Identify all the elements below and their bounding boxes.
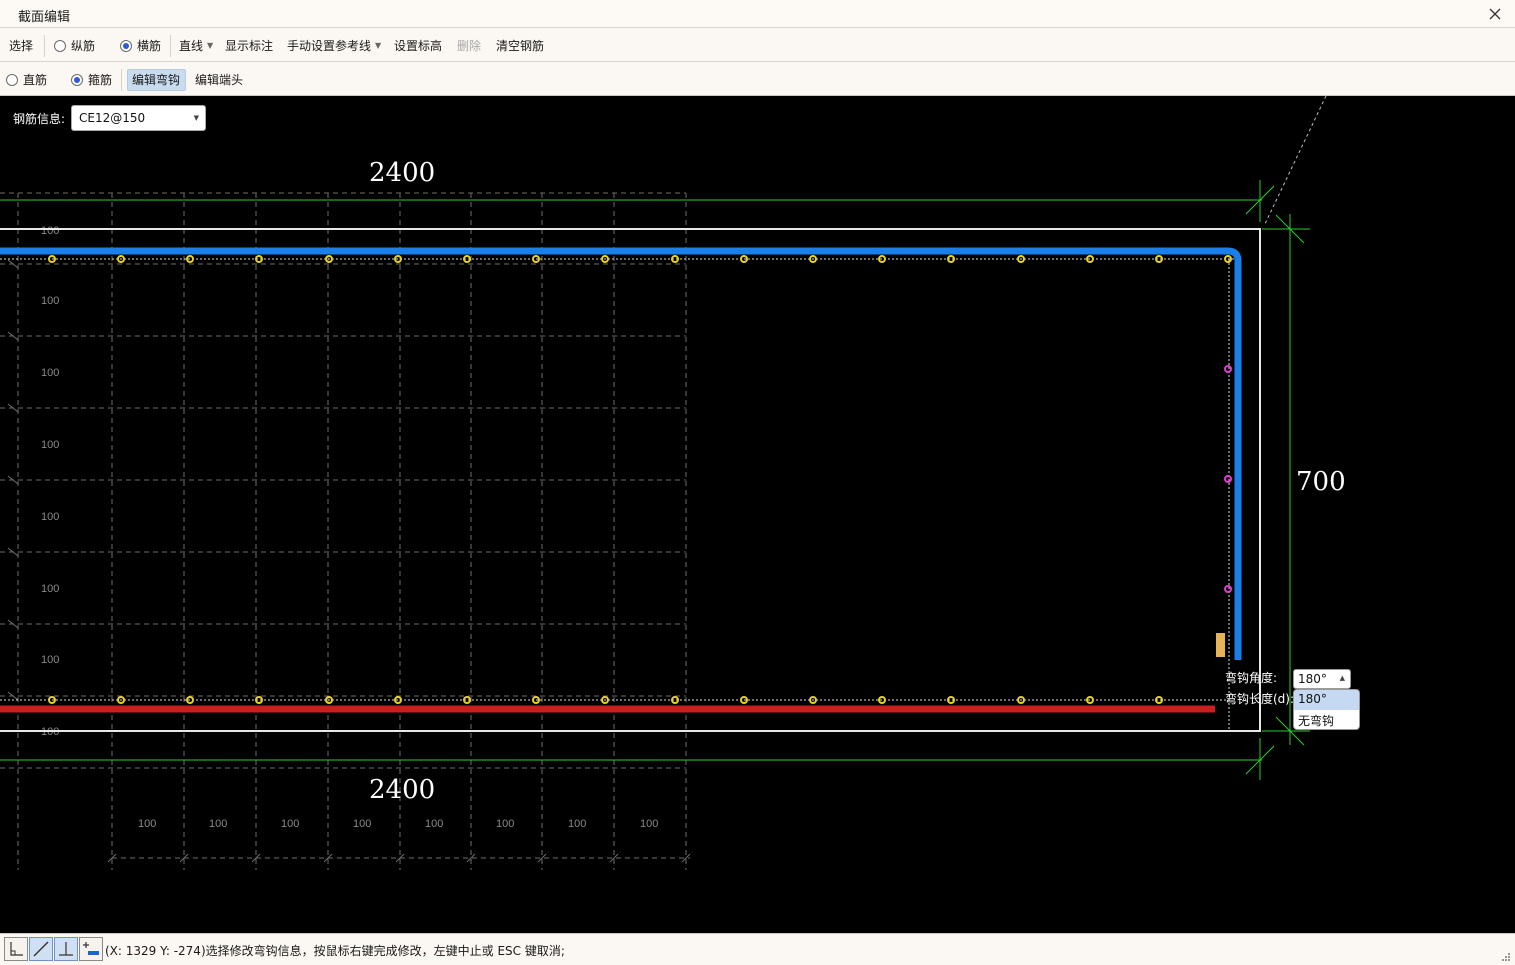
set-elevation-button[interactable]: 设置标高 [394,38,442,54]
col-spacing-label: 100 [640,818,658,830]
main-toolbar: 选择 纵筋 横筋 直线 ▼ 显示标注 手动设置参考线 ▼ 设置标高 删除 清空钢筋 [0,29,1515,62]
line-dropdown[interactable]: 直线 ▼ [179,38,213,54]
col-spacing-label: 100 [568,818,586,830]
radio-icon [54,40,66,52]
row-spacing-label: 100 [41,295,59,307]
radio-icon [6,74,18,86]
line-snap-icon[interactable] [29,937,53,961]
col-spacing-label: 100 [496,818,514,830]
stirrup-label: 箍筋 [88,73,113,87]
rebar-point-top [255,255,263,263]
toolbar-divider [121,69,122,91]
manual-ref-label: 手动设置参考线 [287,39,372,53]
select-button[interactable]: 选择 [9,38,33,54]
edit-hook-button[interactable]: 编辑弯钩 [132,72,180,88]
perpendicular-icon[interactable] [54,937,78,961]
hook-angle-value: 180° [1298,672,1327,686]
straight-radio[interactable]: 直筋 [6,72,47,88]
rebar-point-bottom [255,696,263,704]
rebar-point-bottom [1155,696,1163,704]
hook-option-180[interactable]: 180° [1294,690,1359,710]
drawing-canvas[interactable]: 100 100 100 100 100 100 100 100 100 100 100 100 100 1… [0,96,1515,933]
rebar-point-top [947,255,955,263]
rebar-point-bottom [947,696,955,704]
delete-button[interactable]: 删除 [457,38,481,54]
line-label: 直线 [179,39,204,53]
radio-checked-icon [71,74,83,86]
edit-end-button[interactable]: 编辑端头 [195,72,243,88]
manual-ref-dropdown[interactable]: 手动设置参考线 ▼ [287,38,381,54]
col-spacing-label: 100 [281,818,299,830]
hook-angle-select[interactable]: 180° ▲ [1293,669,1351,689]
toolbar-divider [170,35,171,57]
status-text: (X: 1329 Y: -274)选择修改弯钩信息，按鼠标右键完成修改，左键中止… [105,944,565,958]
dropdown-arrow-icon: ▼ [375,41,382,50]
rebar-info-value: CE12@150 [79,111,146,125]
radio-checked-icon [120,40,132,52]
resize-grip-icon[interactable] [1501,952,1511,962]
hook-length-label: 弯钩长度(d): [1225,692,1295,706]
bottom-dimension-text: 2400 [369,775,435,805]
top-dimension-text: 2400 [369,158,435,188]
rebar-point-top [671,255,679,263]
show-dims-button[interactable]: 显示标注 [225,38,273,54]
row-spacing-label: 100 [41,654,59,666]
transverse-label: 横筋 [137,39,162,53]
add-point-icon[interactable] [79,937,103,961]
longitudinal-radio[interactable]: 纵筋 [54,38,95,54]
diagonal-guide-line [1263,96,1327,227]
rebar-point-side [1224,365,1232,373]
clear-rebar-button[interactable]: 清空钢筋 [496,38,544,54]
stirrup-radio[interactable]: 箍筋 [71,72,112,88]
col-spacing-label: 100 [425,818,443,830]
transverse-radio[interactable]: 横筋 [120,38,161,54]
straight-label: 直筋 [23,73,48,87]
hook-angle-options: 180° 无弯钩 [1293,689,1360,730]
window-title: 截面编辑 [18,10,71,25]
right-dimension-text: 700 [1296,467,1346,497]
ortho-icon[interactable] [4,937,28,961]
rebar-point-side [1224,585,1232,593]
toolbar-divider [44,35,45,57]
stirrup-bar [0,247,1242,660]
rebar-point-bottom [463,696,471,704]
close-icon[interactable] [1483,3,1507,25]
row-spacing-label: 100 [41,225,59,237]
dropdown-arrow-icon: ▲ [1339,674,1345,682]
rebar-point-side [1224,475,1232,483]
hook-angle-label: 弯钩角度: [1225,671,1278,685]
title-bar: 截面编辑 [0,0,1515,28]
status-bar: (X: 1329 Y: -274)选择修改弯钩信息，按鼠标右键完成修改，左键中止… [0,933,1515,965]
section-drawing[interactable]: 100 100 100 100 100 100 100 100 100 100 100 100 100 1… [0,96,1515,933]
col-spacing-label: 100 [353,818,371,830]
row-spacing-label: 100 [41,583,59,595]
dropdown-arrow-icon: ▼ [193,114,199,122]
col-spacing-label: 100 [209,818,227,830]
rebar-info-select[interactable]: CE12@150 ▼ [71,105,206,131]
hook-option-none[interactable]: 无弯钩 [1294,710,1359,729]
row-spacing-label: 100 [41,511,59,523]
longitudinal-label: 纵筋 [71,39,96,53]
dropdown-arrow-icon: ▼ [207,41,214,50]
row-spacing-label: 100 [41,439,59,451]
rebar-point-top [463,255,471,263]
rebar-point-bottom [671,696,679,704]
rebar-info-label: 钢筋信息: [13,112,66,126]
row-spacing-label: 100 [41,367,59,379]
hook-marker [1216,633,1225,657]
col-spacing-label: 100 [138,818,156,830]
rebar-point-top [1155,255,1163,263]
